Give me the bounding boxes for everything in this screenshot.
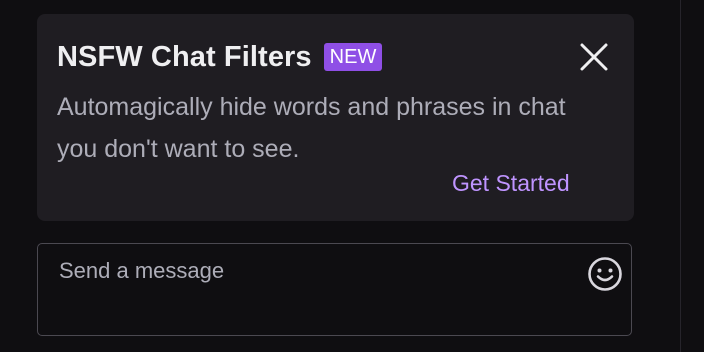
chat-message-input[interactable]: Send a message [37, 243, 632, 336]
promo-card-title: NSFW Chat Filters [57, 41, 312, 73]
close-icon [580, 43, 608, 71]
promo-card: NSFW Chat Filters NEW Automagically hide… [37, 14, 634, 221]
new-badge: NEW [323, 43, 383, 71]
promo-card-description: Automagically hide words and phrases in … [57, 93, 566, 163]
emoji-picker-button[interactable] [587, 256, 623, 292]
chat-panel: NSFW Chat Filters NEW Automagically hide… [0, 0, 704, 352]
promo-card-header: NSFW Chat Filters NEW [57, 40, 383, 74]
chat-input-placeholder: Send a message [59, 258, 225, 283]
get-started-link[interactable]: Get Started [452, 168, 570, 198]
close-button[interactable] [575, 38, 613, 76]
smiley-emoji-icon [588, 257, 622, 291]
panel-divider [680, 0, 681, 352]
